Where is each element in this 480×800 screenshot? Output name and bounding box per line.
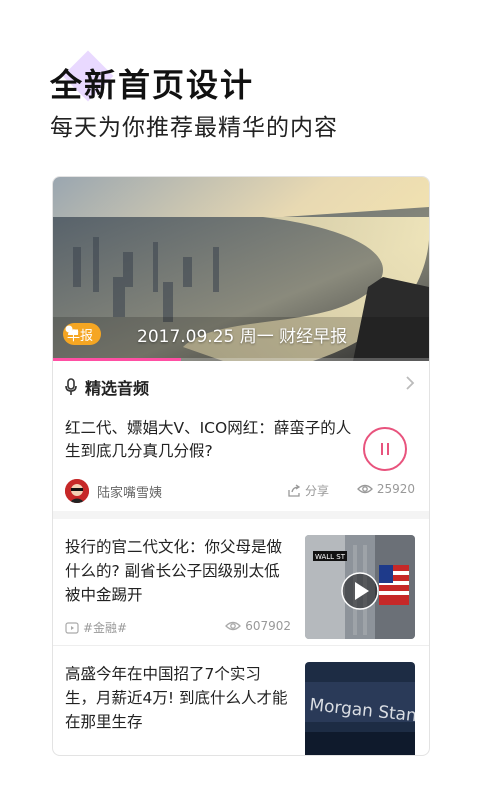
share-label: 分享 bbox=[305, 484, 330, 498]
share-icon bbox=[288, 483, 301, 497]
morning-report-badge: 早报 bbox=[63, 323, 102, 345]
article-title[interactable]: 投行的官二代文化：你父母是做什么的? 副省长公子因级别太低被中金踢开 bbox=[65, 535, 291, 607]
pause-icon bbox=[381, 443, 389, 455]
audio-title[interactable]: 红二代、嫖娼大V、ICO网红：薛蛮子的人生到底几分真几分假? bbox=[65, 417, 355, 463]
featured-audio-section: 精选音频 红二代、嫖娼大V、ICO网红：薛蛮子的人生到底几分真几分假? 陆家嘴雪… bbox=[53, 361, 429, 519]
feed-card: 早报 2017.09.25 周一 财经早报 精选音频 红二代、嫖娼大V、ICO网… bbox=[52, 176, 430, 756]
article-tag[interactable]: #金融# bbox=[65, 619, 127, 636]
article-item[interactable]: 高盛今年在中国招了7个实习生，月薪近4万! 到底什么人才能在那里生存 Morga… bbox=[53, 646, 429, 755]
chevron-right-icon[interactable] bbox=[405, 375, 415, 396]
article-views-count: 607902 bbox=[245, 619, 291, 633]
article-tag-label: #金融# bbox=[83, 621, 128, 635]
hero-subtitle: 每天为你推荐最精华的内容 bbox=[50, 115, 338, 141]
article-meta-row: #金融# 607902 bbox=[65, 619, 291, 637]
street-sign-text: WALL ST bbox=[315, 553, 346, 561]
share-button[interactable]: 分享 bbox=[287, 482, 329, 499]
article-item[interactable]: 投行的官二代文化：你父母是做什么的? 副省长公子因级别太低被中金踢开 #金融# … bbox=[53, 519, 429, 646]
microphone-icon bbox=[65, 378, 77, 395]
banner-date-line: 2017.09.25 周一 财经早报 bbox=[137, 327, 348, 347]
morning-report-banner[interactable]: 早报 2017.09.25 周一 财经早报 bbox=[53, 177, 429, 361]
hero-header: 全新首页设计 每天为你推荐最精华的内容 bbox=[0, 0, 480, 170]
eye-icon bbox=[356, 484, 373, 494]
article-title[interactable]: 高盛今年在中国招了7个实习生，月薪近4万! 到底什么人才能在那里生存 bbox=[65, 662, 291, 734]
audio-views: 25920 bbox=[356, 482, 415, 496]
video-icon bbox=[65, 621, 79, 634]
audio-views-count: 25920 bbox=[376, 482, 415, 496]
audio-meta-row: 陆家嘴雪姨 分享 25920 bbox=[65, 479, 415, 503]
article-views: 607902 bbox=[225, 619, 291, 633]
audio-section-label: 精选音频 bbox=[85, 379, 150, 398]
audio-section-header[interactable]: 精选音频 bbox=[65, 375, 149, 399]
pause-button[interactable] bbox=[363, 427, 407, 471]
eye-icon bbox=[225, 621, 242, 631]
hero-title: 全新首页设计 bbox=[50, 66, 255, 104]
article-thumbnail[interactable]: Morgan Stanley bbox=[305, 662, 415, 755]
sun-cloud-icon bbox=[65, 325, 79, 335]
author-name[interactable]: 陆家嘴雪姨 bbox=[97, 482, 162, 501]
author-avatar[interactable] bbox=[65, 479, 89, 503]
article-thumbnail[interactable]: WALL ST bbox=[305, 535, 415, 639]
